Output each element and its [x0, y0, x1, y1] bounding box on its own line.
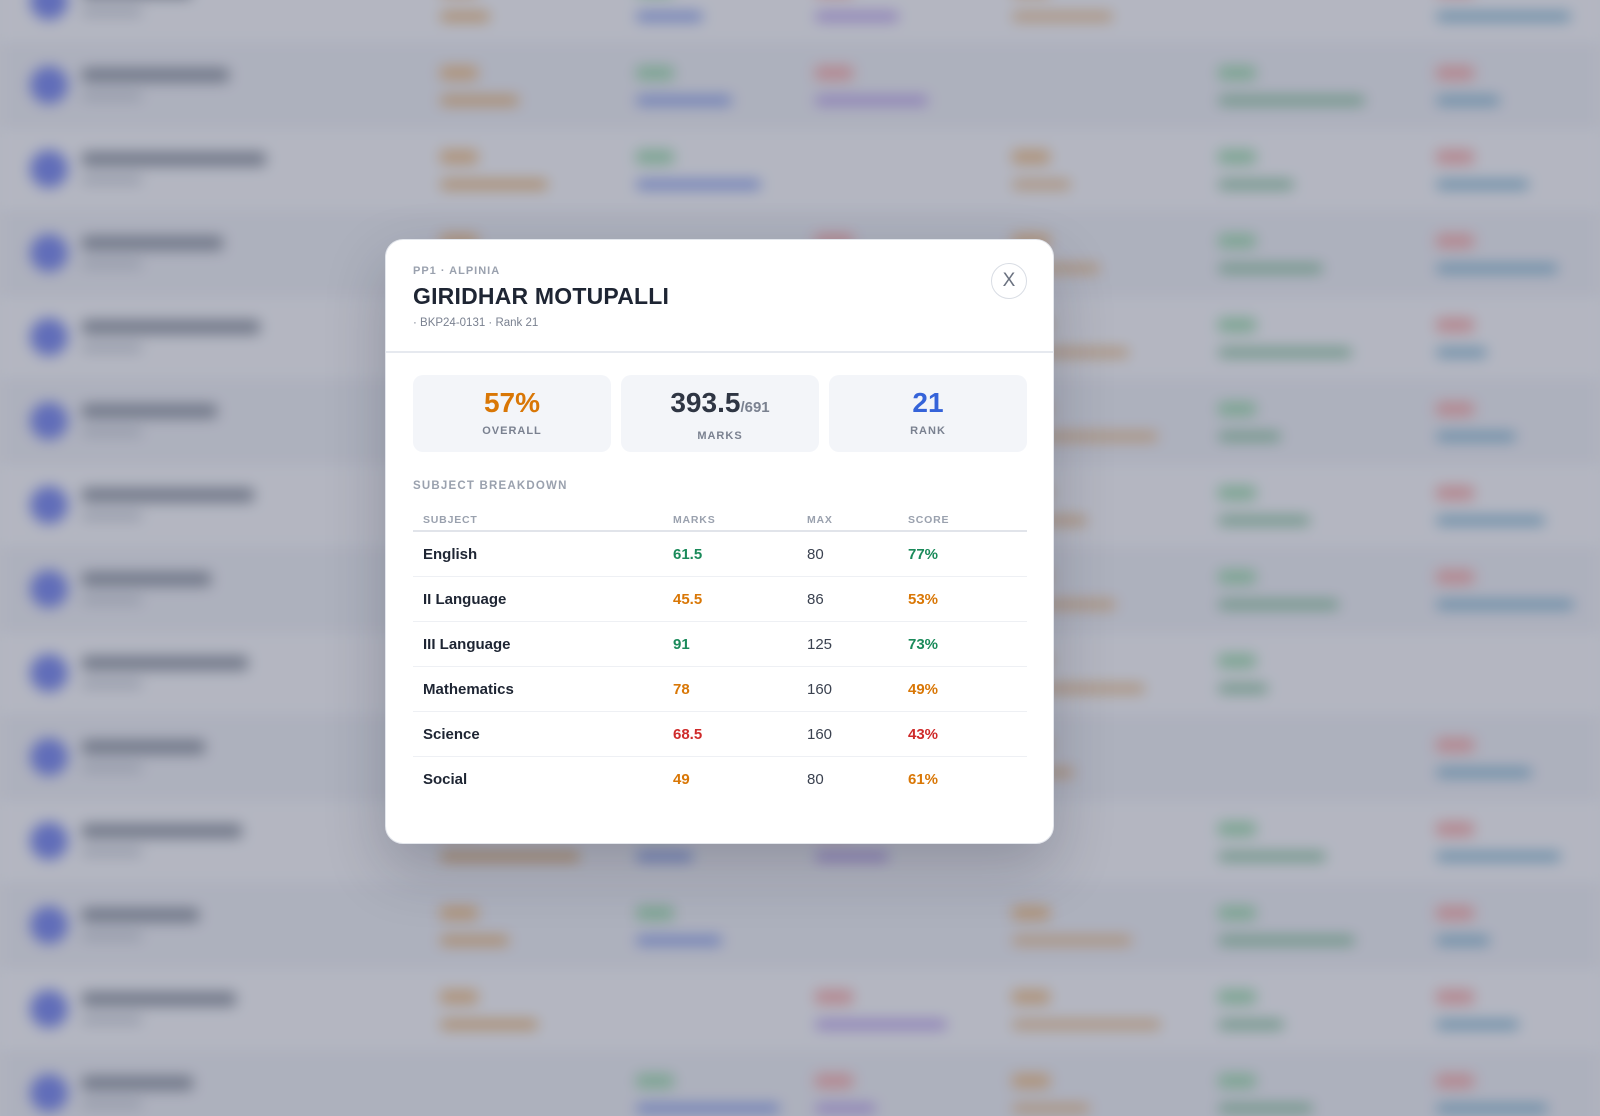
column-header-score: SCORE [908, 514, 950, 526]
marks-cell: 61.5 [673, 546, 703, 563]
score-cell: 43% [908, 726, 939, 743]
max-cell: 80 [807, 771, 824, 788]
score-cell: 49% [908, 681, 939, 698]
max-cell: 125 [807, 636, 833, 653]
marks-cell: 78 [673, 681, 690, 698]
column-header-marks: MARKS [673, 514, 716, 526]
stat-card-marks: 393.5/691 MARKS [621, 375, 819, 452]
rank-label: RANK [910, 425, 946, 437]
subject-cell: Mathematics [423, 681, 514, 698]
stat-card-rank: 21 RANK [829, 375, 1027, 452]
score-cell: 61% [908, 771, 939, 788]
score-cell: 77% [908, 546, 939, 563]
max-cell: 86 [807, 591, 824, 608]
table-row: III Language 91 125 73% [413, 622, 1027, 667]
max-cell: 160 [807, 681, 833, 698]
score-cell: 53% [908, 591, 939, 608]
max-cell: 80 [807, 546, 824, 563]
table-row: English 61.5 80 77% [413, 532, 1027, 577]
subject-cell: III Language [423, 636, 511, 653]
close-icon: X [1002, 270, 1016, 291]
table-row: Social 49 80 61% [413, 757, 1027, 802]
table-body: English 61.5 80 77% II Language 45.5 86 53% III … [413, 532, 1027, 802]
section-title: SUBJECT BREAKDOWN [413, 480, 568, 492]
student-meta: · BKP24-0131 · Rank 21 [413, 317, 539, 329]
marks-cell: 49 [673, 771, 690, 788]
column-header-subject: SUBJECT [423, 514, 478, 526]
marks-value: 393.5 [670, 387, 741, 418]
subject-cell: Science [423, 726, 480, 743]
table-row: Mathematics 78 160 49% [413, 667, 1027, 712]
marks-cell: 68.5 [673, 726, 703, 743]
subject-cell: English [423, 546, 478, 563]
close-button[interactable]: X [991, 263, 1027, 299]
subject-cell: II Language [423, 591, 507, 608]
student-detail-modal: PP1 · ALPINIA GIRIDHAR MOTUPALLI · BKP24… [385, 239, 1054, 844]
table-header: SUBJECT MARKS MAX SCORE [413, 508, 1027, 532]
score-cell: 73% [908, 636, 939, 653]
marks-label: MARKS [697, 430, 743, 442]
class-section-label: PP1 · ALPINIA [413, 265, 501, 277]
marks-cell: 91 [673, 636, 690, 653]
subject-cell: Social [423, 771, 468, 788]
marks-cell: 45.5 [673, 591, 703, 608]
modal-header: PP1 · ALPINIA GIRIDHAR MOTUPALLI · BKP24… [386, 240, 1053, 353]
column-header-max: MAX [807, 514, 833, 526]
stats-row: 57% OVERALL 393.5/691 MARKS 21 RANK [413, 375, 1027, 452]
table-row: II Language 45.5 86 53% [413, 577, 1027, 622]
marks-total: 393.5/691 [621, 387, 819, 424]
marks-max: /691 [740, 399, 770, 416]
subject-table: SUBJECT MARKS MAX SCORE English 61.5 80 77%… [413, 508, 1027, 802]
stat-card-overall: 57% OVERALL [413, 375, 611, 452]
overall-value: 57% [483, 387, 541, 418]
rank-value: 21 [912, 387, 944, 418]
student-name: GIRIDHAR MOTUPALLI [413, 283, 670, 309]
table-row: Science 68.5 160 43% [413, 712, 1027, 757]
overall-label: OVERALL [482, 425, 542, 437]
max-cell: 160 [807, 726, 833, 743]
